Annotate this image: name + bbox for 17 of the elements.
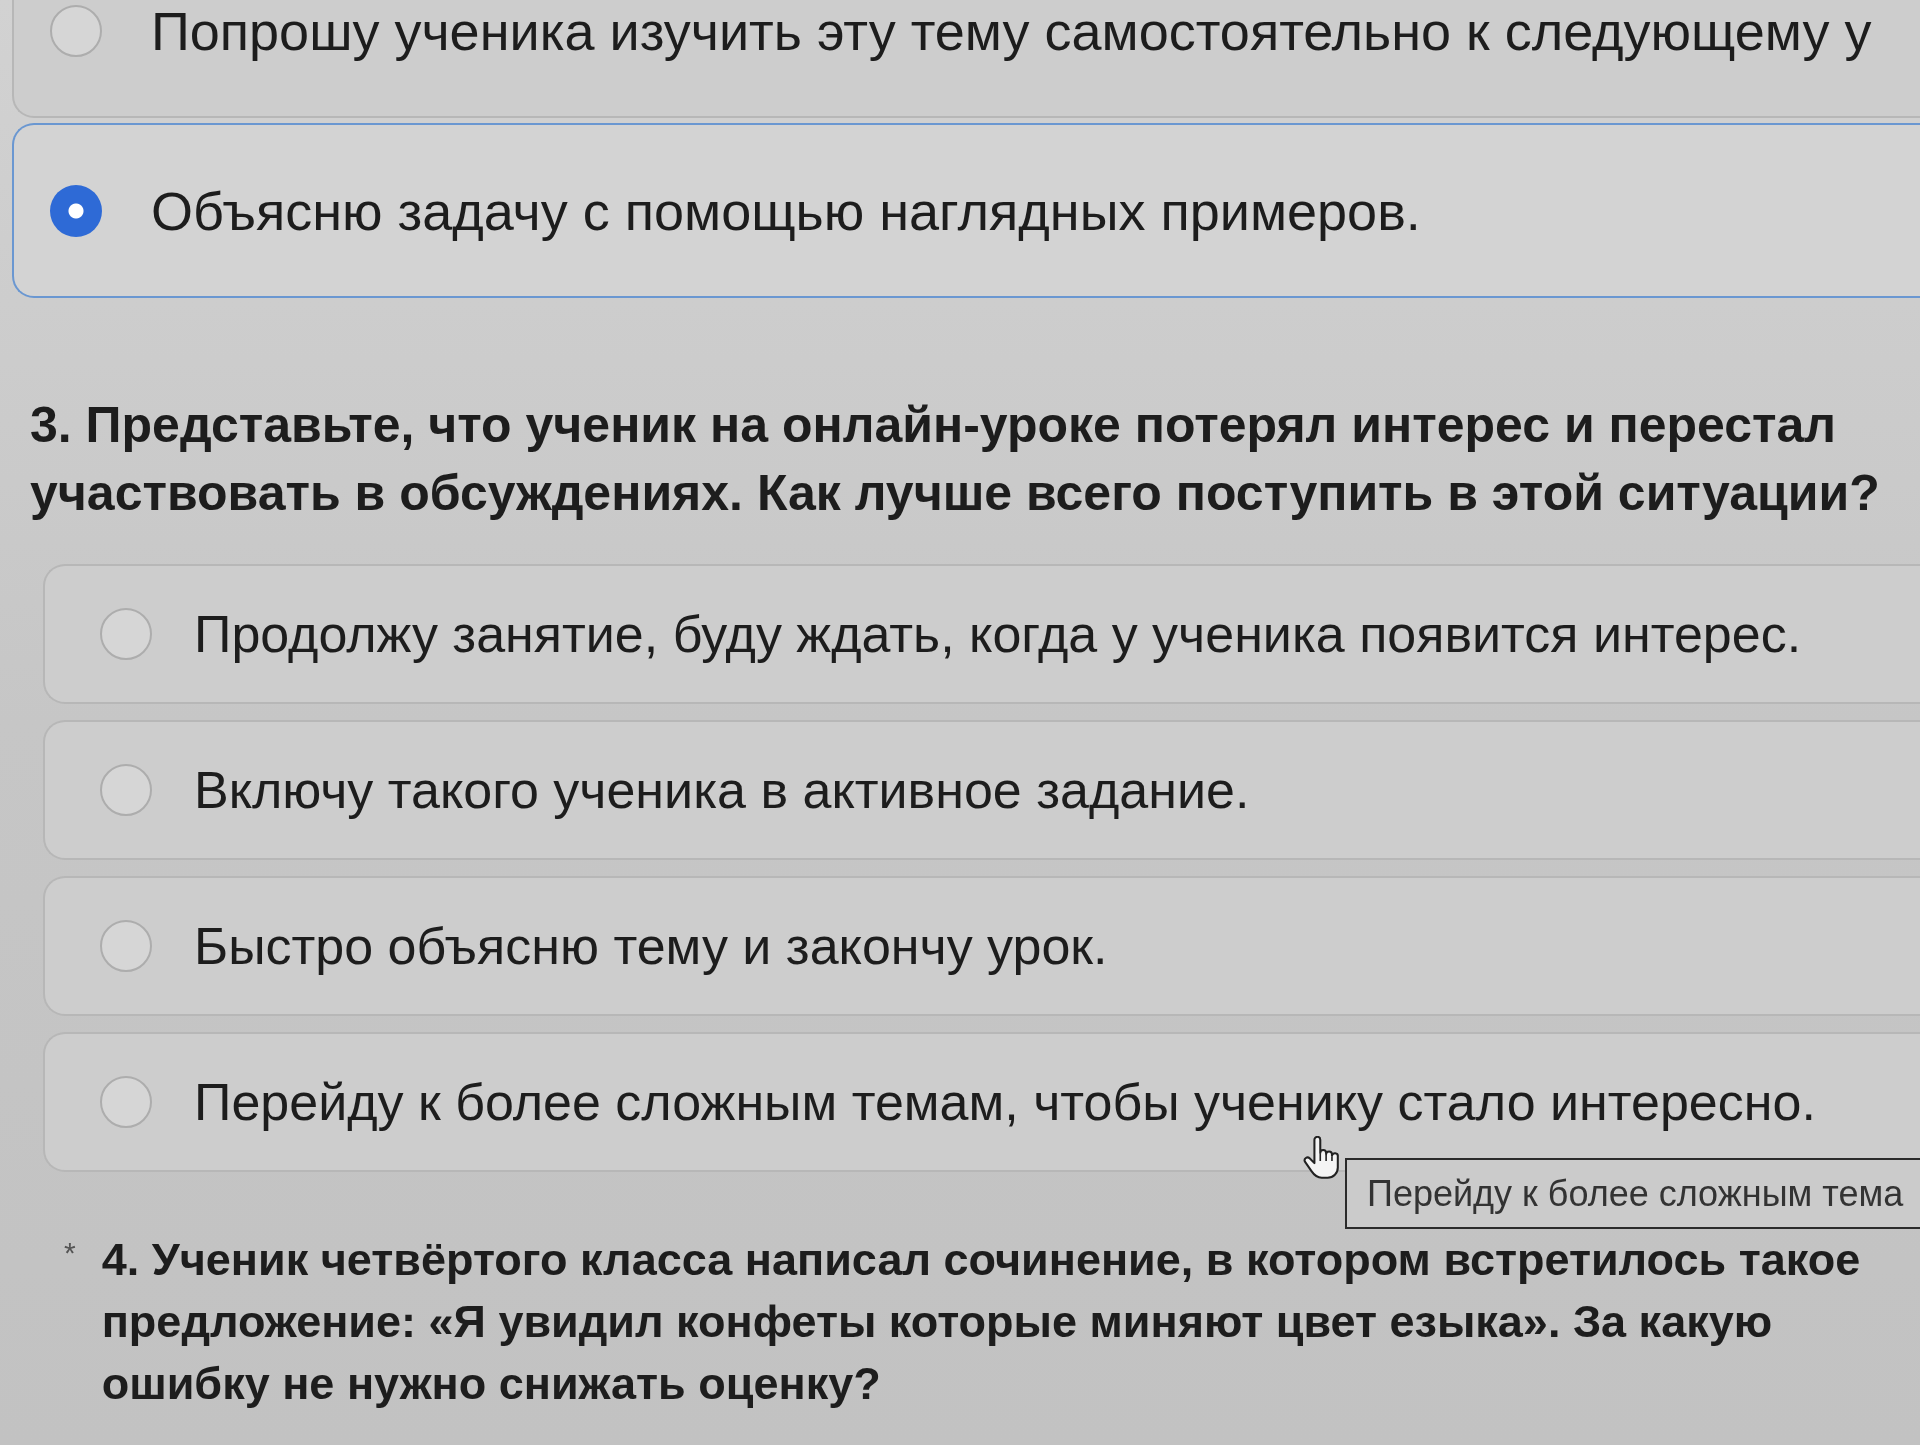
- radio-button-icon[interactable]: [100, 1076, 152, 1128]
- answer-option[interactable]: Попрошу ученика изучить эту тему самостоятельно к следующему у: [12, 0, 1920, 118]
- answer-option[interactable]: Объясню задачу с помощью наглядных примеров.: [12, 123, 1920, 298]
- tooltip: Перейду к более сложным тема: [1345, 1158, 1920, 1229]
- question-title: 3. Представьте, что ученик на онлайн-уроке потерял интерес и перестал участвовать в обсуждениях. Как лучше всего поступить в этой ситуации?: [30, 396, 1881, 523]
- hand-cursor-icon: [1302, 1136, 1340, 1180]
- question-title: 4. Ученик четвёртого класса написал сочинение, в котором встретилось такое предложение: «Я увидил конфеты которые миняют цвет езыка». За какую ошибку не нужно снижать оценку?: [101, 1233, 1862, 1411]
- radio-button-icon[interactable]: [50, 4, 102, 57]
- radio-button-icon[interactable]: [100, 764, 152, 816]
- radio-button-icon[interactable]: [100, 608, 152, 660]
- radio-button-icon[interactable]: [100, 920, 152, 972]
- required-asterisk: *: [64, 1235, 76, 1271]
- answer-option[interactable]: Перейду к более сложным темам, чтобы ученику стало интересно.: [43, 1032, 1920, 1172]
- answer-option[interactable]: Быстро объясню тему и закончу урок.: [43, 876, 1920, 1016]
- answer-option[interactable]: Включу такого ученика в активное задание.: [43, 720, 1920, 860]
- answer-option[interactable]: Продолжу занятие, буду ждать, когда у ученика появится интерес.: [43, 564, 1920, 704]
- radio-button-icon[interactable]: [50, 184, 102, 237]
